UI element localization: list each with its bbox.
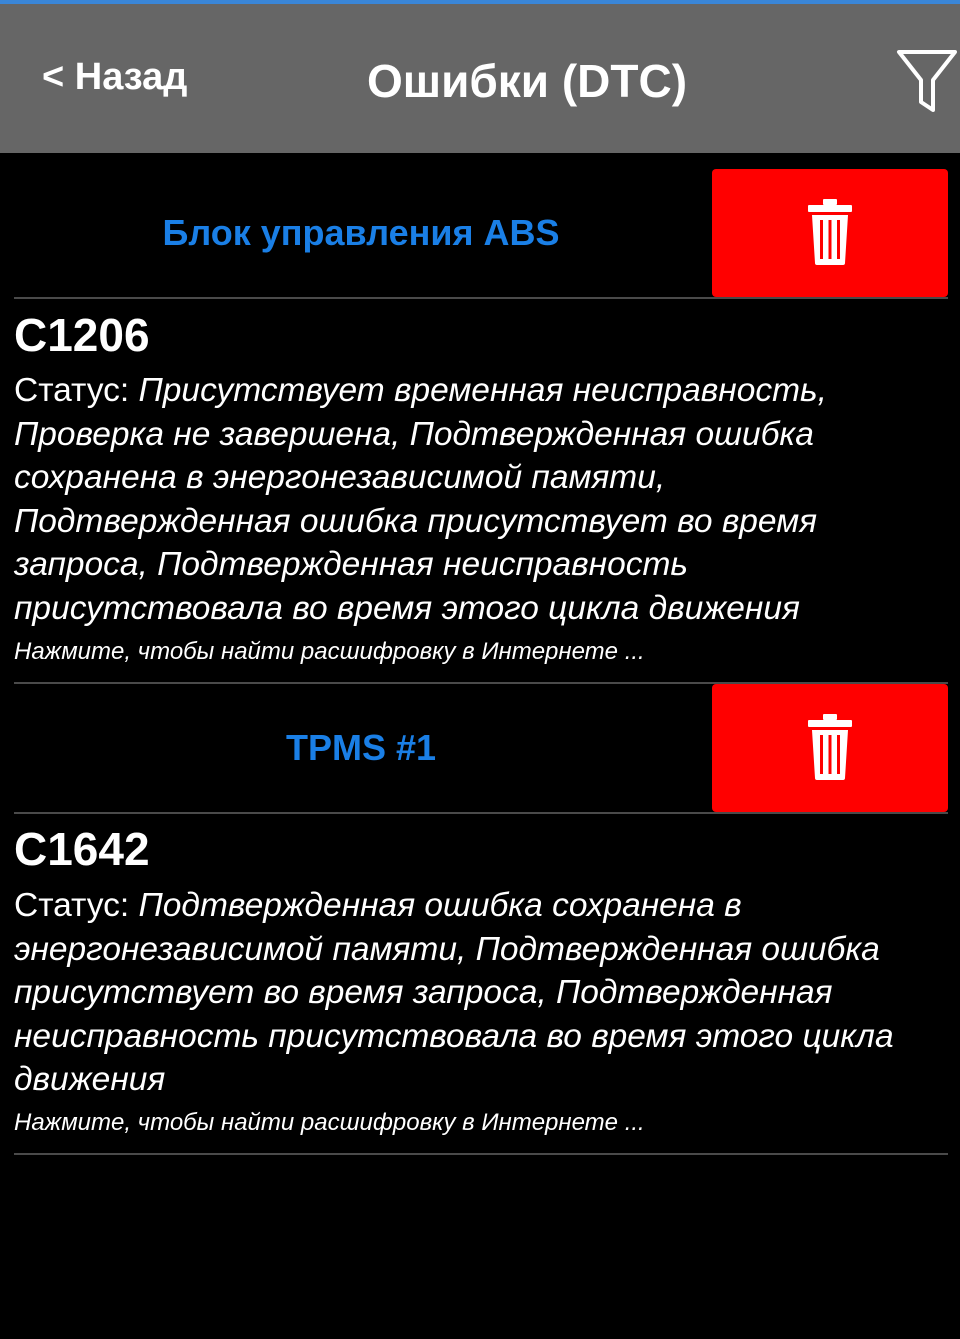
dtc-code[interactable]: C1206: [14, 308, 150, 362]
filter-button[interactable]: [896, 48, 958, 114]
trash-icon: [808, 714, 852, 780]
dtc-status[interactable]: Статус: Подтвержденная ошибка сохранена …: [14, 884, 944, 1102]
divider: [14, 297, 948, 299]
status-value: Присутствует временная неисправность, Пр…: [14, 372, 827, 627]
dtc-status[interactable]: Статус: Присутствует временная неисправн…: [14, 369, 944, 631]
module-row: Блок управления ABS: [0, 169, 960, 297]
status-label: Статус:: [14, 372, 130, 409]
dtc-group: Блок управления ABS C1206 Статус: Присут…: [0, 169, 960, 709]
search-hint-link[interactable]: Нажмите, чтобы найти расшифровку в Интер…: [14, 638, 645, 666]
delete-button[interactable]: [712, 684, 948, 812]
filter-funnel-icon: [897, 50, 957, 112]
delete-button[interactable]: [712, 169, 948, 297]
page-title: Ошибки (DTC): [366, 55, 688, 107]
app-header: < Назад Ошибки (DTC): [0, 4, 960, 153]
dtc-group: TPMS #1 C1642 Статус: Подтвержденная оши…: [0, 684, 960, 1184]
divider: [14, 1153, 948, 1155]
divider: [14, 812, 948, 814]
module-title: TPMS #1: [285, 727, 437, 768]
dtc-code[interactable]: C1642: [14, 822, 150, 876]
module-row: TPMS #1: [0, 684, 960, 812]
module-title: Блок управления ABS: [162, 212, 560, 253]
status-value: Подтвержденная ошибка сохранена в энерго…: [14, 887, 894, 1099]
search-hint-link[interactable]: Нажмите, чтобы найти расшифровку в Интер…: [14, 1109, 645, 1137]
trash-icon: [808, 199, 852, 265]
status-label: Статус:: [14, 887, 130, 924]
